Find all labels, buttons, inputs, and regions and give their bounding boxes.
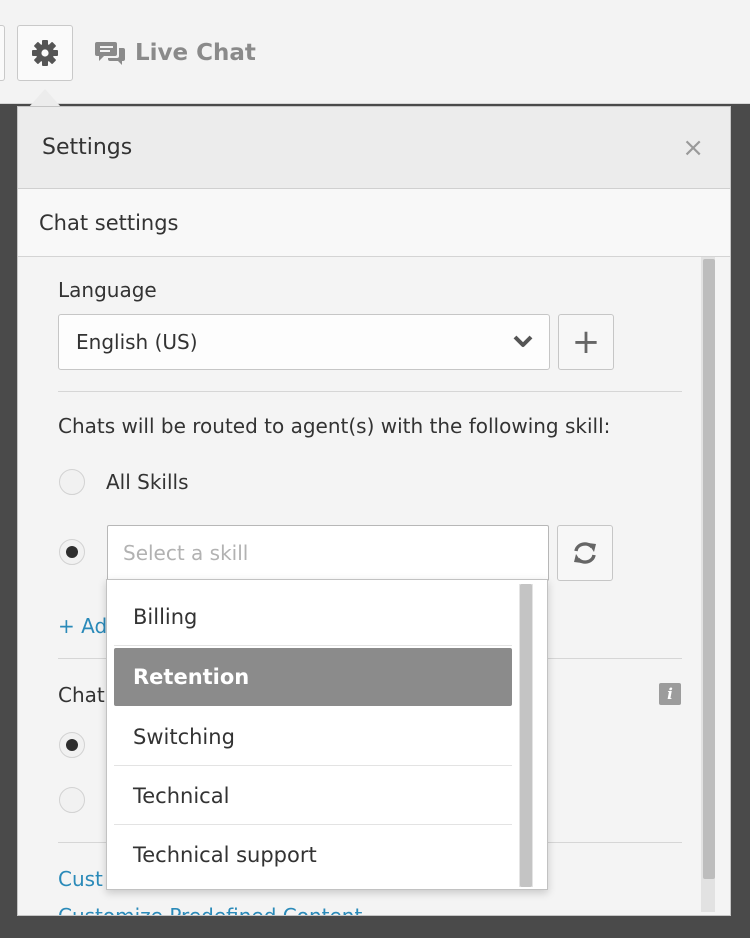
customize-predefined-content-link[interactable]: Customize Predefined Content: [58, 904, 362, 915]
previous-toolbar-button[interactable]: [0, 25, 5, 81]
close-icon[interactable]: ×: [682, 135, 704, 161]
section-header: Chat settings: [18, 189, 730, 257]
live-chat-label: Live Chat: [135, 40, 256, 66]
skill-option-switching[interactable]: Switching: [114, 708, 512, 766]
panel-header: Settings ×: [18, 107, 730, 189]
panel-title: Settings: [42, 135, 133, 160]
radio-all-skills[interactable]: [59, 469, 85, 495]
add-language-button[interactable]: +: [558, 314, 614, 370]
gear-icon: [32, 40, 58, 66]
radio-specific-skill[interactable]: [59, 539, 85, 565]
panel-scrollbar[interactable]: [703, 259, 715, 879]
customize-link[interactable]: Cust: [58, 867, 103, 891]
skill-option-retention[interactable]: Retention: [114, 648, 512, 706]
radio-chat-option-2[interactable]: [59, 787, 85, 813]
language-selected-value: English (US): [76, 330, 198, 354]
chat-section-label: Chat: [58, 683, 105, 707]
skill-option-technical[interactable]: Technical: [114, 767, 512, 825]
dropdown-scrollbar[interactable]: [520, 584, 532, 887]
skill-select-field[interactable]: [107, 525, 549, 581]
live-chat-tab[interactable]: Live Chat: [95, 36, 256, 70]
all-skills-label: All Skills: [106, 470, 189, 494]
settings-button[interactable]: [17, 25, 73, 81]
popover-pointer: [29, 89, 61, 107]
radio-chat-option-1[interactable]: [59, 732, 85, 758]
divider: [58, 391, 682, 392]
language-label: Language: [58, 278, 157, 302]
section-title: Chat settings: [39, 211, 179, 235]
refresh-icon: [574, 542, 596, 564]
info-icon[interactable]: i: [659, 683, 681, 705]
skill-option-billing[interactable]: Billing: [114, 588, 512, 646]
add-skill-link[interactable]: + Ad: [58, 614, 107, 638]
top-toolbar: Live Chat: [0, 0, 750, 107]
skill-search-input[interactable]: [108, 526, 548, 580]
skill-dropdown-list: Billing Retention Switching Technical Te…: [106, 579, 548, 890]
chevron-down-icon: [513, 335, 533, 347]
plus-icon: +: [571, 322, 601, 362]
chat-bubbles-icon: [95, 42, 125, 65]
language-select[interactable]: English (US): [58, 314, 550, 370]
skill-option-technical-support[interactable]: Technical support: [114, 826, 512, 884]
refresh-skills-button[interactable]: [557, 525, 613, 581]
routing-label: Chats will be routed to agent(s) with th…: [58, 414, 611, 438]
